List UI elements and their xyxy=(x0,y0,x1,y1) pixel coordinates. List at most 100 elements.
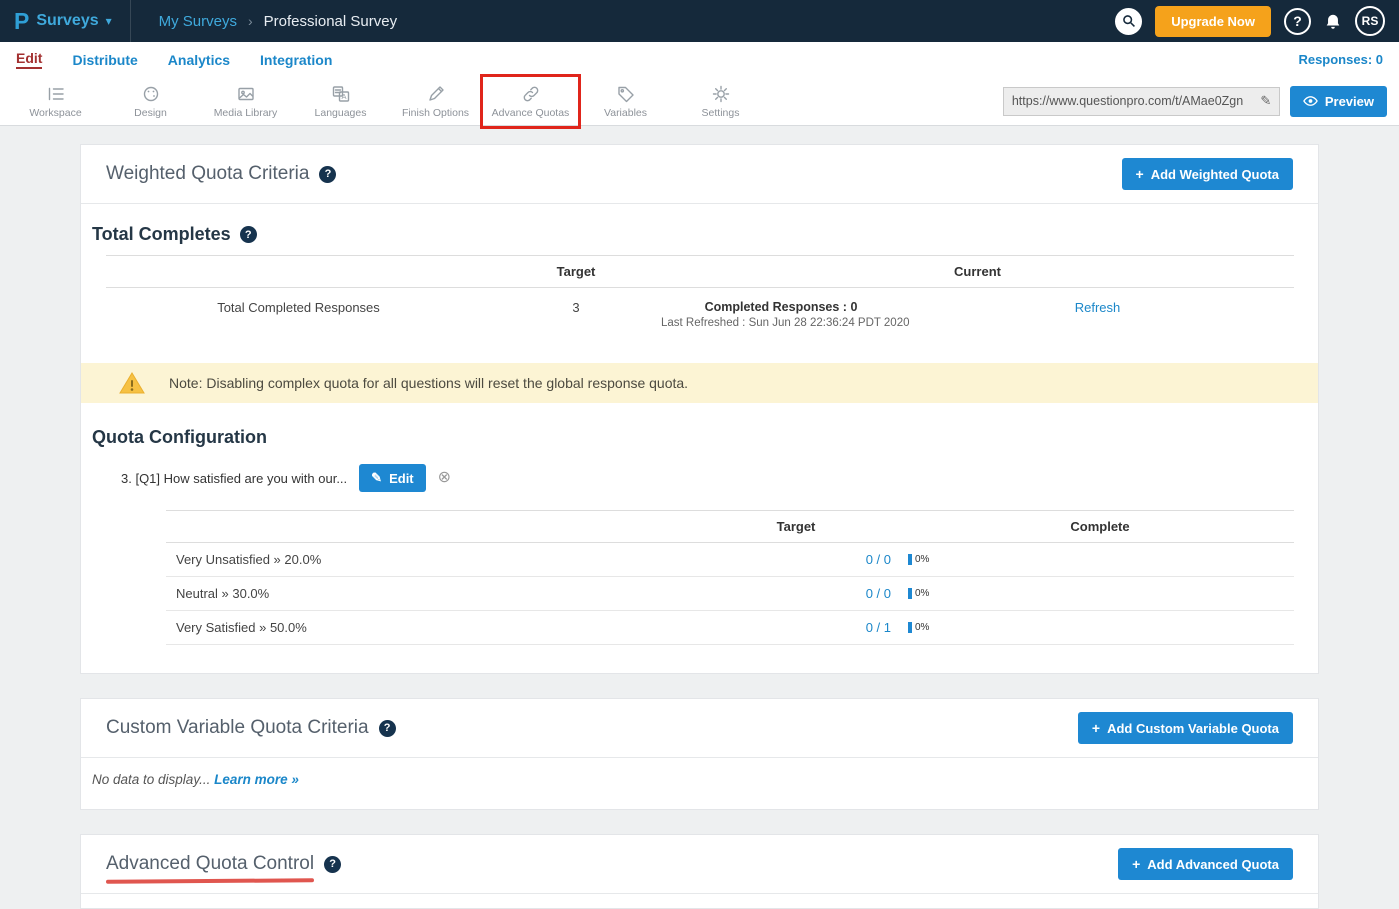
tab-edit[interactable]: Edit xyxy=(16,50,42,69)
quota-progress: 0% xyxy=(906,588,1294,599)
progress-bar xyxy=(908,554,912,565)
user-avatar[interactable]: RS xyxy=(1355,6,1385,36)
add-custom-variable-quota-button[interactable]: + Add Custom Variable Quota xyxy=(1078,712,1293,744)
upgrade-now-button[interactable]: Upgrade Now xyxy=(1155,6,1271,37)
total-completes-table: Target Current Total Completed Responses… xyxy=(106,255,1294,339)
help-badge-icon[interactable]: ? xyxy=(319,166,336,183)
toolbar-item-label: Workspace xyxy=(29,107,81,119)
tab-analytics[interactable]: Analytics xyxy=(168,52,230,68)
no-data-text: No data to display... xyxy=(92,772,210,787)
toolbar-item-languages[interactable]: A Languages xyxy=(293,77,388,125)
custom-variable-quota-card: Custom Variable Quota Criteria ? + Add C… xyxy=(80,698,1319,810)
table-row: Very Satisfied » 50.0% 0 / 1 0% xyxy=(166,611,1294,645)
quota-note-text: Note: Disabling complex quota for all qu… xyxy=(169,375,688,391)
help-badge-icon[interactable]: ? xyxy=(379,720,396,737)
quota-table-header: Target Complete xyxy=(166,510,1294,543)
progress-percent: 0% xyxy=(915,622,929,633)
toolbar-item-workspace[interactable]: Workspace xyxy=(8,77,103,125)
edit-url-button[interactable]: ✎ xyxy=(1253,87,1280,116)
quota-configuration-heading: Quota Configuration xyxy=(81,403,1318,448)
edit-quota-button[interactable]: ✎ Edit xyxy=(359,464,425,492)
add-advanced-quota-label: Add Advanced Quota xyxy=(1147,857,1279,872)
advanced-quota-title: Advanced Quota Control ? xyxy=(106,853,341,875)
custom-variable-quota-header: Custom Variable Quota Criteria ? + Add C… xyxy=(81,699,1318,758)
quota-progress: 0% xyxy=(906,622,1294,633)
advanced-quota-title-text: Advanced Quota Control xyxy=(106,853,314,875)
total-completes-table-header: Target Current xyxy=(106,255,1294,288)
breadcrumb-current-survey: Professional Survey xyxy=(264,13,397,30)
toolbar-item-design[interactable]: Design xyxy=(103,77,198,125)
main-nav-tabs: Edit Distribute Analytics Integration Re… xyxy=(0,42,1399,77)
quota-configuration-table: Target Complete Very Unsatisfied » 20.0%… xyxy=(166,510,1294,645)
toolbar-item-finish-options[interactable]: Finish Options xyxy=(388,77,483,125)
current-column-header: Current xyxy=(661,264,1294,279)
progress-bar xyxy=(908,588,912,599)
tag-icon xyxy=(616,84,636,104)
quota-progress: 0% xyxy=(906,554,1294,565)
help-badge-icon[interactable]: ? xyxy=(240,226,257,243)
target-column-header: Target xyxy=(686,519,906,534)
search-button[interactable] xyxy=(1115,8,1142,35)
table-row: Neutral » 30.0% 0 / 0 0% xyxy=(166,577,1294,611)
edit-toolbar: Workspace Design Media Library A Languag… xyxy=(0,77,1399,126)
weighted-quota-title-text: Weighted Quota Criteria xyxy=(106,163,309,185)
question-mark-icon: ? xyxy=(1293,13,1302,29)
svg-text:A: A xyxy=(341,92,346,101)
toolbar-item-label: Settings xyxy=(702,107,740,119)
target-column-header: Target xyxy=(491,264,661,279)
plus-icon: + xyxy=(1092,720,1100,736)
notifications-button[interactable] xyxy=(1324,12,1342,31)
pencil-icon: ✎ xyxy=(371,470,382,486)
warning-triangle-icon xyxy=(119,371,145,395)
responses-count[interactable]: Responses: 0 xyxy=(1298,52,1383,67)
quota-option-label: Very Satisfied » 50.0% xyxy=(166,620,686,635)
toolbar-item-variables[interactable]: Variables xyxy=(578,77,673,125)
progress-percent: 0% xyxy=(915,588,929,599)
help-button[interactable]: ? xyxy=(1284,8,1311,35)
bell-icon xyxy=(1324,12,1342,31)
table-row: Total Completed Responses 3 Completed Re… xyxy=(106,288,1294,339)
toolbar-item-settings[interactable]: Settings xyxy=(673,77,768,125)
toolbar-item-label: Advance Quotas xyxy=(492,107,570,119)
advanced-quota-body xyxy=(81,894,1318,908)
toolbar-item-media-library[interactable]: Media Library xyxy=(198,77,293,125)
survey-url-group: ✎ Preview xyxy=(1003,86,1387,117)
custom-variable-quota-title-text: Custom Variable Quota Criteria xyxy=(106,717,369,739)
breadcrumb-my-surveys[interactable]: My Surveys xyxy=(159,13,237,30)
quota-note-banner: Note: Disabling complex quota for all qu… xyxy=(81,363,1318,403)
last-refreshed-text: Last Refreshed : Sun Jun 28 22:36:24 PDT… xyxy=(661,317,901,329)
refresh-link[interactable]: Refresh xyxy=(1075,300,1121,315)
preview-label: Preview xyxy=(1325,94,1374,109)
annotation-red-underline xyxy=(106,878,314,883)
add-custom-variable-quota-label: Add Custom Variable Quota xyxy=(1107,721,1279,736)
add-advanced-quota-button[interactable]: + Add Advanced Quota xyxy=(1118,848,1293,880)
preview-button[interactable]: Preview xyxy=(1290,86,1387,117)
add-weighted-quota-button[interactable]: + Add Weighted Quota xyxy=(1122,158,1294,190)
weighted-quota-card: Weighted Quota Criteria ? + Add Weighted… xyxy=(80,144,1319,674)
weighted-quota-header: Weighted Quota Criteria ? + Add Weighted… xyxy=(81,145,1318,204)
toolbar-item-label: Variables xyxy=(604,107,647,119)
tab-distribute[interactable]: Distribute xyxy=(72,52,137,68)
add-weighted-quota-label: Add Weighted Quota xyxy=(1151,167,1279,182)
quota-target-value: 0 / 0 xyxy=(686,586,906,601)
remove-quota-icon[interactable]: ⊗ xyxy=(438,470,451,486)
question-label: 3. [Q1] How satisfied are you with our..… xyxy=(121,471,347,486)
quota-target-value: 0 / 0 xyxy=(686,552,906,567)
toolbar-item-advance-quotas[interactable]: Advance Quotas xyxy=(483,77,578,125)
help-badge-icon[interactable]: ? xyxy=(324,856,341,873)
search-icon xyxy=(1122,14,1136,28)
translate-icon: A xyxy=(331,84,351,104)
total-completes-heading: Total Completes ? xyxy=(81,204,1318,245)
advanced-quota-card: Advanced Quota Control ? + Add Advanced … xyxy=(80,834,1319,909)
quota-target-value: 0 / 1 xyxy=(686,620,906,635)
learn-more-link[interactable]: Learn more » xyxy=(214,772,299,787)
table-row: Very Unsatisfied » 20.0% 0 / 0 0% xyxy=(166,543,1294,577)
surveys-app-menu[interactable]: P Surveys ▾ xyxy=(0,0,131,42)
questionpro-app: P Surveys ▾ My Surveys › Professional Su… xyxy=(0,0,1399,909)
complete-column-header: Complete xyxy=(906,519,1294,534)
weighted-quota-title: Weighted Quota Criteria ? xyxy=(106,163,336,185)
surveys-menu-label: Surveys xyxy=(36,12,98,30)
edit-button-label: Edit xyxy=(389,471,414,486)
survey-url-input[interactable] xyxy=(1003,87,1253,116)
tab-integration[interactable]: Integration xyxy=(260,52,332,68)
